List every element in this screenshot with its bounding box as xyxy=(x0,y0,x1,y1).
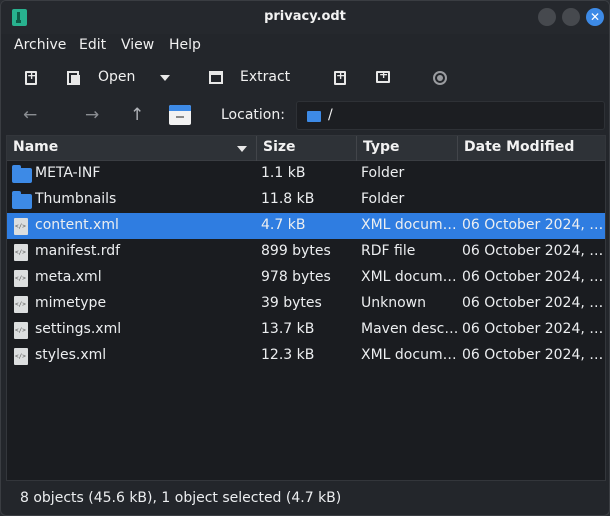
location-label: Location: xyxy=(221,107,285,123)
file-type: Maven desc… xyxy=(361,321,457,337)
file-list: Name Size Type Date Modified META-INF 1.… xyxy=(6,135,606,481)
add-files-icon[interactable] xyxy=(334,69,346,85)
file-date: 06 October 2024, … xyxy=(462,295,604,311)
open-button[interactable]: Open xyxy=(98,69,135,85)
status-bar: 8 objects (45.6 kB), 1 object selected (… xyxy=(1,483,609,515)
file-type: XML docum… xyxy=(361,269,457,285)
file-size: 13.7 kB xyxy=(261,321,315,337)
file-name: styles.xml xyxy=(35,347,107,363)
file-size: 4.7 kB xyxy=(261,217,306,233)
location-value: / xyxy=(328,107,333,123)
file-size: 11.8 kB xyxy=(261,191,315,207)
menu-bar: Archive Edit View Help xyxy=(1,34,609,60)
list-item[interactable]: settings.xml 13.7 kB Maven desc… 06 Octo… xyxy=(7,317,605,343)
file-size: 978 bytes xyxy=(261,269,331,285)
column-type[interactable]: Type xyxy=(357,136,458,161)
add-folder-icon[interactable] xyxy=(376,68,390,83)
column-date-label: Date Modified xyxy=(464,139,575,155)
menu-archive[interactable]: Archive xyxy=(14,37,66,53)
menu-help[interactable]: Help xyxy=(169,37,201,53)
new-archive-icon[interactable] xyxy=(25,69,37,85)
file-name: manifest.rdf xyxy=(35,243,121,259)
column-type-label: Type xyxy=(363,139,400,155)
sort-descending-icon xyxy=(237,146,247,152)
file-name: Thumbnails xyxy=(35,191,117,207)
up-arrow-icon[interactable]: ↑ xyxy=(130,105,144,125)
open-recent-dropdown-icon[interactable] xyxy=(160,75,170,81)
location-bar: ← → ↑ Location: / xyxy=(1,99,609,133)
open-icon[interactable] xyxy=(67,71,80,85)
file-icon xyxy=(14,296,28,313)
file-date: 06 October 2024, … xyxy=(462,269,604,285)
menu-view[interactable]: View xyxy=(121,37,154,53)
menu-edit[interactable]: Edit xyxy=(79,37,106,53)
file-date: 06 October 2024, … xyxy=(462,217,604,233)
column-size-label: Size xyxy=(263,139,296,155)
file-name: mimetype xyxy=(35,295,107,311)
file-type: XML docum… xyxy=(361,217,457,233)
rdf-file-icon xyxy=(14,244,28,261)
file-size: 12.3 kB xyxy=(261,347,315,363)
column-size[interactable]: Size xyxy=(257,136,357,161)
file-name: META-INF xyxy=(35,165,101,181)
title-bar: privacy.odt ✕ xyxy=(1,1,609,34)
file-type: RDF file xyxy=(361,243,416,259)
close-icon: ✕ xyxy=(589,10,601,24)
folder-icon xyxy=(12,191,32,209)
file-name: content.xml xyxy=(35,217,119,233)
minimize-button[interactable] xyxy=(538,8,556,26)
column-name[interactable]: Name xyxy=(7,136,257,161)
xml-file-icon xyxy=(14,270,28,287)
list-item[interactable]: styles.xml 12.3 kB XML docum… 06 October… xyxy=(7,343,605,369)
file-size: 39 bytes xyxy=(261,295,322,311)
column-header: Name Size Type Date Modified xyxy=(7,136,605,161)
folder-icon xyxy=(12,165,32,183)
location-input[interactable]: / xyxy=(296,101,605,130)
file-date: 06 October 2024, … xyxy=(462,347,604,363)
maximize-button[interactable] xyxy=(562,8,580,26)
xml-file-icon xyxy=(14,218,28,235)
file-name: meta.xml xyxy=(35,269,102,285)
column-date-modified[interactable]: Date Modified xyxy=(458,136,605,161)
extract-icon[interactable] xyxy=(209,71,223,84)
list-item[interactable]: Thumbnails 11.8 kB Folder xyxy=(7,187,605,213)
list-item[interactable]: mimetype 39 bytes Unknown 06 October 202… xyxy=(7,291,605,317)
file-date: 06 October 2024, … xyxy=(462,321,604,337)
text-file-icon xyxy=(14,322,28,339)
file-size: 1.1 kB xyxy=(261,165,306,181)
file-size: 899 bytes xyxy=(261,243,331,259)
status-text: 8 objects (45.6 kB), 1 object selected (… xyxy=(20,490,342,506)
list-item-selected[interactable]: content.xml 4.7 kB XML docum… 06 October… xyxy=(7,213,605,239)
home-folder-icon[interactable] xyxy=(169,105,191,125)
stop-icon[interactable] xyxy=(433,71,447,85)
list-item[interactable]: manifest.rdf 899 bytes RDF file 06 Octob… xyxy=(7,239,605,265)
file-date: 06 October 2024, … xyxy=(462,243,604,259)
forward-arrow-icon[interactable]: → xyxy=(85,105,99,125)
xml-file-icon xyxy=(14,348,28,365)
window-title: privacy.odt xyxy=(264,9,346,24)
file-type: Folder xyxy=(361,165,405,181)
file-type: Unknown xyxy=(361,295,426,311)
back-arrow-icon[interactable]: ← xyxy=(23,105,37,125)
column-name-label: Name xyxy=(13,139,59,155)
close-button[interactable]: ✕ xyxy=(586,8,604,26)
file-type: XML docum… xyxy=(361,347,457,363)
list-item[interactable]: META-INF 1.1 kB Folder xyxy=(7,161,605,187)
file-type: Folder xyxy=(361,191,405,207)
archive-manager-window: privacy.odt ✕ Archive Edit View Help Ope… xyxy=(0,0,610,516)
toolbar: Open Extract xyxy=(1,61,609,95)
file-name: settings.xml xyxy=(35,321,122,337)
folder-icon xyxy=(307,111,321,122)
list-item[interactable]: meta.xml 978 bytes XML docum… 06 October… xyxy=(7,265,605,291)
extract-button[interactable]: Extract xyxy=(240,69,290,85)
